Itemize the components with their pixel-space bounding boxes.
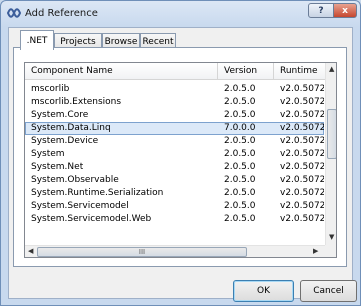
component-version: 2.0.5.0 (224, 136, 256, 146)
component-runtime: v2.0.5072 (280, 136, 324, 146)
component-name: System.Observable (31, 175, 119, 185)
component-version: 2.0.5.0 (224, 84, 256, 94)
list-row[interactable]: System.Observable 2.0.5.0 v2.0.5072 (25, 174, 324, 187)
component-name: System.Runtime.Serialization (31, 188, 164, 198)
vertical-scrollbar[interactable]: ▲ ▼ (325, 63, 336, 245)
dialog-title: Add Reference (25, 8, 98, 19)
list-row[interactable]: System.Device 2.0.5.0 v2.0.5072 (25, 135, 324, 148)
component-runtime: v2.0.5072 (280, 84, 324, 94)
scroll-left-arrow-icon[interactable]: ◀ (28, 247, 33, 255)
scroll-down-arrow-icon[interactable]: ▼ (329, 233, 334, 241)
list-row[interactable]: System.Servicemodel.Web 2.0.5.0 v2.0.507… (25, 213, 324, 226)
list-row[interactable]: System.Net 2.0.5.0 v2.0.5072 (25, 161, 324, 174)
column-header-component-name[interactable]: Component Name (25, 63, 218, 80)
add-reference-dialog: Add Reference ? x .NET Projects Browse R… (0, 0, 361, 306)
column-header-version[interactable]: Version (218, 63, 274, 80)
list-row[interactable]: System 2.0.5.0 v2.0.5072 (25, 148, 324, 161)
component-version: 2.0.5.0 (224, 214, 256, 224)
tab-dotnet[interactable]: .NET (20, 30, 54, 50)
component-runtime: v2.0.5072 (280, 123, 324, 133)
component-version: 2.0.5.0 (224, 175, 256, 185)
component-version: 7.0.0.0 (224, 123, 256, 133)
component-version: 2.0.5.0 (224, 149, 256, 159)
list-row-selected[interactable]: System.Data.Linq 7.0.0.0 v2.0.5072 (25, 122, 324, 135)
horizontal-scrollbar[interactable]: ◀ III ▶ (25, 245, 325, 257)
tab-panel-dotnet: Component Name Version Runtime mscorlib … (13, 47, 347, 267)
component-version: 2.0.5.0 (224, 110, 256, 120)
component-name: System.Core (31, 110, 89, 120)
column-header-runtime[interactable]: Runtime (274, 63, 326, 80)
component-name: System.Data.Linq (31, 123, 111, 133)
component-name: mscorlib (31, 84, 70, 94)
close-button[interactable]: x (333, 3, 357, 18)
component-version: 2.0.5.0 (224, 188, 256, 198)
list-row[interactable]: mscorlib 2.0.5.0 v2.0.5072 (25, 83, 324, 96)
scrollbar-corner (325, 245, 336, 257)
component-runtime: v2.0.5072 (280, 162, 324, 172)
component-runtime: v2.0.5072 (280, 201, 324, 211)
component-runtime: v2.0.5072 (280, 97, 324, 107)
component-runtime: v2.0.5072 (280, 110, 324, 120)
component-name: System (31, 149, 65, 159)
list-row[interactable]: System.Servicemodel 2.0.5.0 v2.0.5072 (25, 200, 324, 213)
title-bar[interactable]: Add Reference ? x (1, 1, 360, 27)
component-version: 2.0.5.0 (224, 97, 256, 107)
scroll-up-arrow-icon[interactable]: ▲ (329, 65, 334, 73)
help-button[interactable]: ? (308, 3, 334, 18)
component-name: System.Servicemodel.Web (31, 214, 152, 224)
list-row[interactable]: System.Core 2.0.5.0 v2.0.5072 (25, 109, 324, 122)
component-runtime: v2.0.5072 (280, 214, 324, 224)
ok-button[interactable]: OK (233, 280, 294, 302)
component-runtime: v2.0.5072 (280, 149, 324, 159)
component-version: 2.0.5.0 (224, 201, 256, 211)
scroll-right-arrow-icon[interactable]: ▶ (313, 247, 318, 255)
component-name: System.Device (31, 136, 99, 146)
component-runtime: v2.0.5072 (280, 175, 324, 185)
list-row[interactable]: System.Runtime.Serialization 2.0.5.0 v2.… (25, 187, 324, 200)
component-version: 2.0.5.0 (224, 162, 256, 172)
list-row[interactable]: mscorlib.Extensions 2.0.5.0 v2.0.5072 (25, 96, 324, 109)
horizontal-scroll-thumb[interactable]: III (37, 247, 247, 257)
component-name: System.Servicemodel (31, 201, 129, 211)
vertical-scroll-thumb[interactable] (327, 109, 336, 159)
cancel-button[interactable]: Cancel (300, 280, 357, 302)
component-name: mscorlib.Extensions (31, 97, 122, 107)
component-list[interactable]: Component Name Version Runtime mscorlib … (24, 62, 337, 258)
component-name: System.Net (31, 162, 84, 172)
component-runtime: v2.0.5072 (280, 188, 324, 198)
visual-studio-icon (7, 8, 21, 18)
